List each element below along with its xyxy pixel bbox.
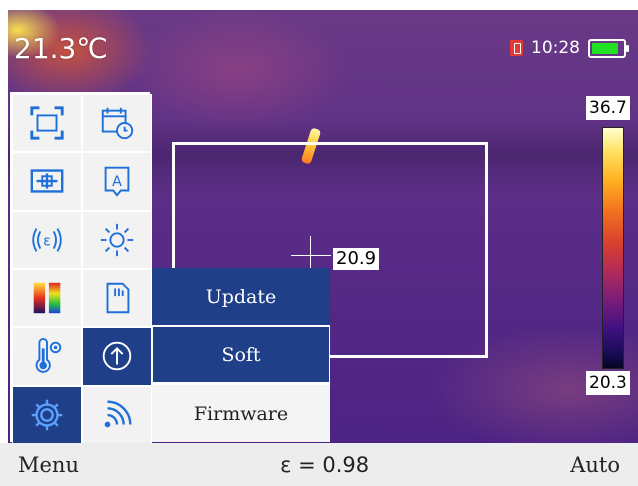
storage-button[interactable] [82,268,152,328]
scale-max-value: 36.7 [586,96,630,120]
svg-text:ε: ε [43,234,51,250]
wifi-button[interactable] [82,385,152,444]
palette-button[interactable] [12,268,82,328]
region-frame-button[interactable] [12,94,82,153]
wifi-signal-icon [104,400,132,428]
battery-fill [592,42,618,54]
emissivity-button[interactable]: ε [12,210,82,269]
submenu-item-soft[interactable]: Soft [152,326,330,383]
sd-card-icon [106,282,130,314]
menu-softkey[interactable]: Menu [18,453,79,477]
footer-bar: Menu ε = 0.98 Auto [0,443,638,486]
region-frame-icon [30,106,64,140]
temperature-settings-button[interactable] [12,327,82,386]
center-point-icon [30,169,64,194]
submenu-item-update[interactable]: Update [152,268,330,325]
ambient-temperature: 21.3℃ [14,32,108,65]
emissivity-icon: ε [32,227,62,252]
crosshair-horizontal [291,255,331,256]
submenu-item-firmware[interactable]: Firmware [152,385,330,442]
menu-grid: A ε [10,92,152,444]
schedule-button[interactable] [82,94,152,153]
brightness-button[interactable] [82,210,152,269]
clock: 10:28 [531,38,580,58]
center-point-button[interactable] [12,152,82,211]
battery-icon [588,38,629,58]
color-scale-bar [602,127,624,369]
scale-min-value: 20.3 [586,371,630,395]
brightness-icon [100,223,134,256]
calendar-clock-icon [101,107,134,140]
center-point-value: 20.9 [333,248,380,270]
status-bar: 10:28 [510,38,629,58]
settings-button[interactable] [12,385,82,444]
auto-softkey[interactable]: Auto [570,453,620,477]
sd-card-status-icon [510,40,523,56]
temperature-settings-icon [35,338,62,374]
text-annotation-button[interactable]: A [82,152,152,211]
palette-icon [33,282,61,314]
svg-text:A: A [112,174,122,190]
update-button[interactable] [82,327,152,386]
settings-gear-icon [31,399,63,430]
emissivity-value: ε = 0.98 [280,452,370,477]
text-annotation-icon: A [104,167,130,198]
update-arrow-icon [102,342,132,371]
update-submenu: Update Soft Firmware [152,268,330,442]
